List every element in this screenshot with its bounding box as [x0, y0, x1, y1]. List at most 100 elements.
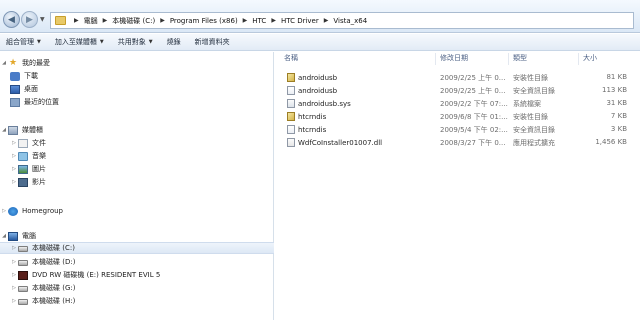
homegroup-icon: [8, 206, 18, 216]
file-row[interactable]: androidusb.sys 2009/2/2 下午 07:... 系統檔案 3…: [275, 97, 640, 110]
file-name: WdfCoInstaller01007.dll: [298, 138, 383, 147]
organize-button[interactable]: 組合管理 ▼: [6, 37, 41, 47]
file-row[interactable]: WdfCoInstaller01007.dll 2008/3/27 下午 0..…: [275, 136, 640, 149]
file-name: androidusb: [298, 86, 338, 95]
documents-icon: [18, 138, 28, 148]
file-name-cell: htcrndis: [287, 125, 326, 134]
sidebar-item-recent-places[interactable]: 最近的位置: [10, 96, 59, 108]
column-divider[interactable]: [578, 53, 579, 65]
sidebar-item-drive-c[interactable]: ▷ 本機磁碟 (C:): [0, 242, 274, 254]
file-row[interactable]: htcrndis 2009/6/8 下午 01:... 安裝性目錄 7 KB: [275, 110, 640, 123]
expand-arrow-icon[interactable]: ◢: [0, 233, 8, 239]
forward-button[interactable]: ▶: [21, 11, 38, 28]
file-size: 3 KB: [610, 125, 627, 133]
breadcrumb-htc-driver[interactable]: HTC Driver: [281, 17, 319, 25]
file-date: 2009/6/8 下午 01:...: [440, 113, 508, 121]
breadcrumb-vista-x64[interactable]: Vista_x64: [333, 17, 367, 25]
desktop-icon: [10, 84, 20, 94]
chevron-right-icon[interactable]: ▶: [324, 17, 329, 24]
file-type: 安全資訊目錄: [513, 126, 555, 134]
breadcrumb[interactable]: ▶ 電腦 ▶ 本機磁碟 (C:) ▶ Program Files (x86) ▶…: [50, 12, 634, 29]
sidebar-item-libraries[interactable]: ◢ 媒體櫃: [0, 124, 43, 136]
file-date: 2009/2/25 上午 0...: [440, 87, 506, 95]
sidebar-item-drive-h[interactable]: ▷ 本機磁碟 (H:): [10, 295, 75, 307]
collapse-arrow-icon[interactable]: ▷: [10, 140, 18, 146]
collapse-arrow-icon[interactable]: ▷: [10, 259, 18, 265]
file-row[interactable]: androidusb 2009/2/25 上午 0... 安全資訊目錄 113 …: [275, 84, 640, 97]
breadcrumb-computer[interactable]: 電腦: [84, 16, 98, 26]
collapse-arrow-icon[interactable]: ▷: [10, 153, 18, 159]
column-header-date[interactable]: 修改日期: [440, 53, 468, 66]
sidebar-item-drive-d[interactable]: ▷ 本機磁碟 (D:): [10, 256, 75, 268]
chevron-right-icon[interactable]: ▶: [271, 17, 276, 24]
column-header-name[interactable]: 名稱: [284, 53, 298, 66]
sidebar-item-documents[interactable]: ▷ 文件: [10, 137, 46, 149]
downloads-icon: [10, 71, 20, 81]
chevron-right-icon[interactable]: ▶: [243, 17, 248, 24]
folder-icon: [55, 16, 66, 25]
chevron-right-icon[interactable]: ▶: [74, 17, 79, 24]
burn-button[interactable]: 燒錄: [167, 37, 181, 47]
collapse-arrow-icon[interactable]: ▷: [10, 245, 18, 251]
breadcrumb-drive-c[interactable]: 本機磁碟 (C:): [112, 16, 155, 26]
file-type: 安裝性目錄: [513, 74, 548, 82]
share-with-label: 共用對象: [117, 38, 146, 46]
column-header-size[interactable]: 大小: [583, 53, 597, 66]
collapse-arrow-icon[interactable]: ▷: [10, 166, 18, 172]
file-size: 1,456 KB: [595, 138, 627, 146]
sidebar-item-label: 本機磁碟 (H:): [32, 297, 76, 305]
file-date: 2008/3/27 下午 0...: [440, 139, 506, 147]
expand-arrow-icon[interactable]: ◢: [0, 127, 8, 133]
collapse-arrow-icon[interactable]: ▷: [10, 179, 18, 185]
sidebar-item-videos[interactable]: ▷ 影片: [10, 176, 46, 188]
file-name-cell: htcrndis: [287, 112, 326, 121]
file-name-cell: androidusb.sys: [287, 99, 351, 108]
library-icon: [8, 125, 18, 135]
sidebar-item-pictures[interactable]: ▷ 圖片: [10, 163, 46, 175]
expand-arrow-icon[interactable]: ◢: [0, 60, 8, 66]
collapse-arrow-icon[interactable]: ▷: [10, 285, 18, 291]
organize-label: 組合管理: [6, 38, 34, 46]
add-to-library-button[interactable]: 加入至媒體櫃 ▼: [55, 37, 104, 47]
file-row[interactable]: androidusb 2009/2/25 上午 0... 安裝性目錄 81 KB: [275, 71, 640, 84]
sidebar-item-music[interactable]: ▷ 音樂: [10, 150, 46, 162]
file-type: 系統檔案: [513, 100, 541, 108]
dll-file-icon: [287, 138, 295, 147]
sidebar-item-label: 桌面: [24, 85, 38, 93]
computer-icon: [8, 231, 18, 241]
sidebar-item-drive-e[interactable]: ▷ DVD RW 磁碟機 (E:) RESIDENT EVIL 5: [10, 269, 160, 281]
recent-places-icon: [10, 97, 20, 107]
file-date: 2009/5/4 下午 02:...: [440, 126, 508, 134]
sidebar-item-downloads[interactable]: 下載: [10, 70, 38, 82]
navigation-pane: ◢ ★ 我的最愛 下載 桌面 最近的位置 ◢ 媒體櫃 ▷ 文件 ▷ 音樂 ▷ 圖…: [0, 52, 274, 320]
breadcrumb-htc[interactable]: HTC: [252, 17, 266, 25]
sidebar-item-desktop[interactable]: 桌面: [10, 83, 38, 95]
recent-pages-dropdown[interactable]: ▼: [40, 16, 45, 23]
sidebar-item-label: DVD RW 磁碟機 (E:) RESIDENT EVIL 5: [32, 271, 161, 279]
file-date: 2009/2/25 上午 0...: [440, 74, 506, 82]
add-to-library-label: 加入至媒體櫃: [54, 38, 97, 46]
file-name: androidusb.sys: [298, 99, 351, 108]
file-row[interactable]: htcrndis 2009/5/4 下午 02:... 安全資訊目錄 3 KB: [275, 123, 640, 136]
sidebar-item-computer[interactable]: ◢ 電腦: [0, 230, 36, 242]
chevron-right-icon[interactable]: ▶: [103, 17, 108, 24]
file-name: htcrndis: [298, 112, 327, 121]
chevron-right-icon[interactable]: ▶: [160, 17, 165, 24]
breadcrumb-program-files[interactable]: Program Files (x86): [170, 17, 238, 25]
collapse-arrow-icon[interactable]: ▷: [10, 298, 18, 304]
sidebar-item-homegroup[interactable]: ▷ Homegroup: [0, 205, 63, 217]
collapse-arrow-icon[interactable]: ▷: [10, 272, 18, 278]
column-divider[interactable]: [508, 53, 509, 65]
catalog-icon: [287, 125, 295, 134]
back-button[interactable]: ◀: [3, 11, 20, 28]
sidebar-item-drive-g[interactable]: ▷ 本機磁碟 (G:): [10, 282, 75, 294]
collapse-arrow-icon[interactable]: ▷: [0, 208, 8, 214]
chevron-down-icon: ▼: [99, 39, 104, 45]
sidebar-item-favorites[interactable]: ◢ ★ 我的最愛: [0, 57, 50, 69]
new-folder-button[interactable]: 新增資料夾: [195, 37, 230, 47]
sidebar-item-label: 下載: [24, 72, 38, 80]
column-header-type[interactable]: 類型: [513, 53, 527, 66]
column-divider[interactable]: [435, 53, 436, 65]
share-with-button[interactable]: 共用對象 ▼: [118, 37, 153, 47]
command-bar: 組合管理 ▼ 加入至媒體櫃 ▼ 共用對象 ▼ 燒錄 新增資料夾: [0, 34, 640, 51]
